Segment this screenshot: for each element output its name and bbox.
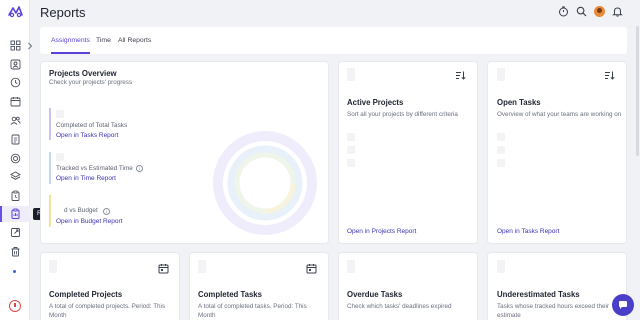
chat-button[interactable]	[612, 294, 634, 316]
placeholder-value	[198, 260, 206, 273]
completed-tasks-label: Completed of Total Tasks	[56, 122, 128, 129]
overview-title: Projects Overview	[49, 69, 117, 78]
notification-dot	[13, 270, 16, 273]
app-logo-icon[interactable]	[7, 4, 24, 18]
underestimated-tasks-desc: Tasks whose tracked hours exceed their e…	[497, 303, 609, 319]
trash-icon[interactable]	[10, 246, 21, 257]
dashboard-grid-icon[interactable]	[10, 40, 21, 51]
tab-time[interactable]: Time	[96, 27, 111, 54]
calendar-icon[interactable]	[10, 96, 21, 107]
completed-projects-title: Completed Projects	[49, 290, 123, 299]
invoice-icon[interactable]	[10, 134, 21, 145]
open-tasks-report-link[interactable]: Open in Tasks Report	[56, 132, 118, 139]
completed-tasks-title: Completed Tasks	[198, 290, 262, 299]
placeholder-value	[347, 68, 355, 81]
placeholder-value	[497, 68, 505, 81]
completed-projects-desc: A total of completed projects. Period: T…	[49, 303, 166, 319]
placeholder-value	[497, 133, 505, 141]
completed-tasks-desc: A total of completed tasks. Period: This…	[198, 303, 307, 319]
overdue-tasks-desc: Check which tasks' deadlines expired	[347, 303, 452, 310]
active-projects-title: Active Projects	[347, 98, 404, 107]
overdue-tasks-title: Overdue Tasks	[347, 290, 403, 299]
open-tasks-report-link[interactable]: Open in Tasks Report	[497, 228, 559, 235]
chevron-right-icon[interactable]	[27, 42, 33, 50]
bell-icon[interactable]	[612, 6, 623, 17]
completed-tasks-bar	[49, 108, 51, 140]
external-link-icon[interactable]	[10, 227, 21, 238]
placeholder-value	[56, 153, 64, 161]
open-projects-report-link[interactable]: Open in Projects Report	[347, 228, 416, 235]
sort-icon[interactable]	[604, 70, 615, 81]
placeholder-value	[497, 159, 505, 167]
sort-icon[interactable]	[455, 70, 466, 81]
info-icon[interactable]: i	[136, 165, 143, 172]
placeholder-value	[347, 260, 355, 273]
tracked-time-label: Tracked vs Estimated Time	[56, 165, 133, 172]
open-tasks-card	[488, 62, 626, 243]
placeholder-value	[347, 159, 355, 167]
active-projects-desc: Sort all your projects by different crit…	[347, 111, 458, 118]
scrollbar[interactable]	[636, 26, 639, 156]
open-budget-report-link[interactable]: Open in Budget Report	[56, 218, 123, 225]
clipboard-icon[interactable]	[10, 190, 21, 201]
placeholder-value	[347, 146, 355, 154]
progress-donut-chart	[213, 131, 317, 235]
people-icon[interactable]	[10, 115, 21, 126]
open-tasks-desc: Overview of what your teams are working …	[497, 111, 622, 118]
placeholder-value	[49, 260, 57, 273]
user-card-icon[interactable]	[10, 59, 21, 70]
budget-label: d vs Budget	[64, 207, 98, 214]
calendar-icon[interactable]	[158, 263, 169, 274]
overview-subtitle: Check your projects' progress	[49, 79, 133, 86]
placeholder-value	[497, 146, 505, 154]
placeholder-value	[497, 260, 505, 273]
avatar[interactable]	[594, 6, 605, 17]
tracked-time-bar	[49, 152, 51, 184]
layers-icon[interactable]	[10, 171, 21, 182]
open-time-report-link[interactable]: Open in Time Report	[56, 175, 116, 182]
alert-icon[interactable]	[9, 300, 21, 312]
tab-all-reports[interactable]: All Reports	[118, 27, 151, 54]
budget-bar	[49, 195, 51, 227]
reports-icon[interactable]	[10, 208, 21, 219]
clock-icon[interactable]	[10, 77, 21, 88]
placeholder-value	[347, 133, 355, 141]
page-title: Reports	[40, 5, 86, 20]
active-projects-card	[339, 62, 477, 243]
tab-bar: Assignments Time All Reports	[40, 27, 627, 54]
chat-icon	[619, 301, 627, 309]
tab-assignments[interactable]: Assignments	[51, 27, 90, 54]
placeholder-value	[56, 110, 64, 118]
timer-icon[interactable]	[558, 6, 569, 17]
calendar-icon[interactable]	[306, 263, 317, 274]
target-icon[interactable]	[10, 153, 21, 164]
info-icon[interactable]: i	[103, 208, 110, 215]
open-tasks-title: Open Tasks	[497, 98, 541, 107]
search-icon[interactable]	[576, 6, 587, 17]
underestimated-tasks-title: Underestimated Tasks	[497, 290, 580, 299]
sidebar: Reports	[0, 0, 64, 320]
